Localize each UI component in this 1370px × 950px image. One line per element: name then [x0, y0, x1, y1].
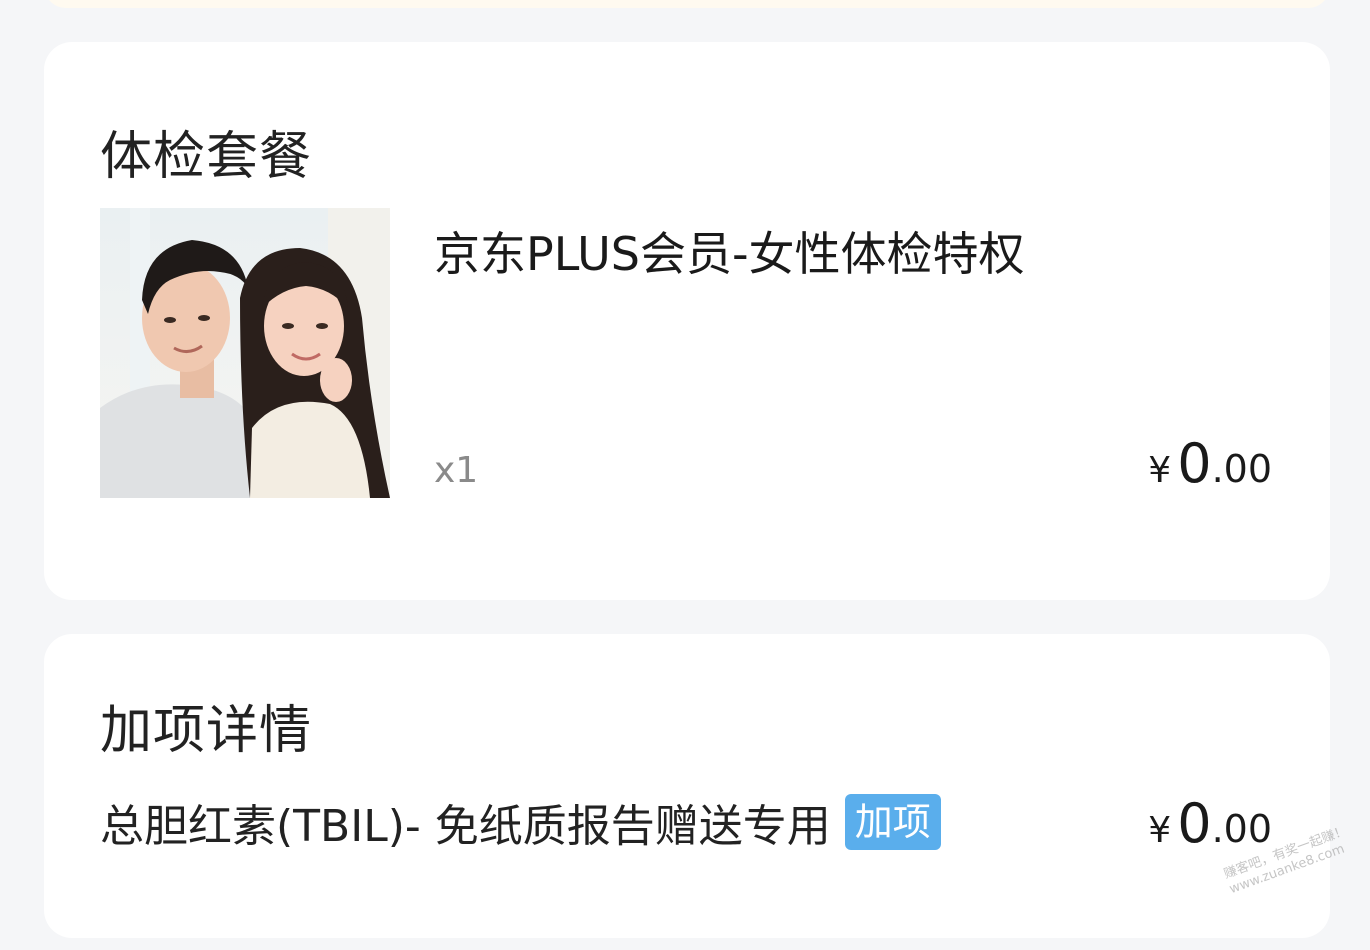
addon-item: 总胆红素(TBIL)- 免纸质报告赠送专用 加项	[100, 792, 941, 852]
product-name[interactable]: 京东PLUS会员-女性体检特权	[434, 218, 1025, 284]
price-integer: 0	[1177, 792, 1212, 855]
currency-symbol: ¥	[1148, 810, 1172, 851]
section-title-package: 体检套餐	[100, 127, 313, 187]
currency-symbol: ¥	[1148, 450, 1172, 491]
addon-card: 加项详情 总胆红素(TBIL)- 免纸质报告赠送专用 加项 ¥0.00	[44, 634, 1330, 938]
previous-card-edge	[44, 0, 1330, 8]
product-price: ¥0.00	[1148, 432, 1272, 495]
price-decimal: .00	[1211, 807, 1272, 851]
product-quantity: x1	[434, 450, 479, 491]
price-integer: 0	[1177, 432, 1212, 495]
section-title-addon: 加项详情	[100, 701, 313, 761]
addon-item-name: 总胆红素(TBIL)- 免纸质报告赠送专用	[100, 801, 831, 852]
couple-photo-illustration	[100, 208, 390, 498]
package-card: 体检套餐 京东PLUS会员-女性体检特权 x1 ¥ 0.00	[44, 42, 1330, 600]
addon-tag-badge: 加项	[844, 794, 941, 850]
product-image[interactable]	[100, 208, 390, 498]
addon-price: ¥0.00	[1148, 792, 1272, 855]
price-decimal: .00	[1211, 447, 1272, 491]
